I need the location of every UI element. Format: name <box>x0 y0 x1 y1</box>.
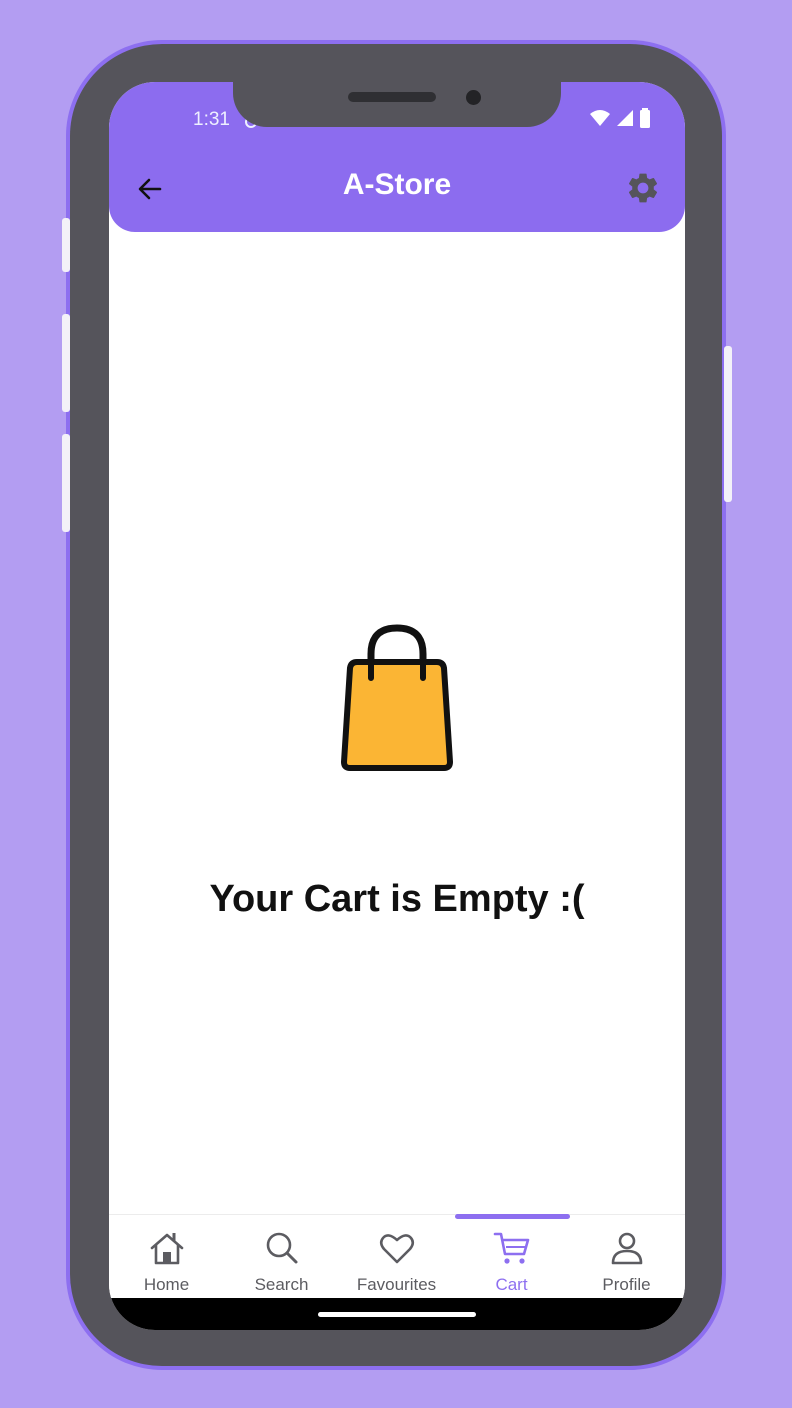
bottom-nav: Home Search Favourites Cart Profile <box>109 1214 685 1299</box>
camera-notch <box>233 82 561 127</box>
heart-icon <box>379 1234 415 1264</box>
gesture-bar <box>109 1298 685 1330</box>
signal-icon <box>617 110 633 126</box>
front-camera <box>466 90 481 105</box>
cart-icon <box>493 1232 530 1264</box>
phone-screen: 1:31 A-Store Your Cart is Empty:(Home … <box>109 82 685 1330</box>
home-gesture-handle[interactable] <box>318 1312 476 1317</box>
nav-label-profile: Profile <box>602 1275 651 1294</box>
shopping-bag-icon <box>341 624 453 771</box>
app-bar: 1:31 A-Store <box>109 82 685 232</box>
home-icon <box>150 1233 184 1265</box>
nav-label-home: Home <box>143 1275 190 1294</box>
nav-item-search[interactable]: Search <box>224 1215 339 1299</box>
nav-item-favourites[interactable]: Favourites <box>339 1215 454 1299</box>
nav-label-search: Search <box>254 1275 309 1294</box>
battery-icon <box>640 108 650 128</box>
nav-label-cart: Cart <box>495 1275 528 1294</box>
settings-button[interactable] <box>625 170 661 206</box>
phone-side-button <box>62 314 70 412</box>
phone-side-button <box>62 218 70 272</box>
app-title: A-Store <box>342 168 452 201</box>
wifi-icon <box>590 110 610 126</box>
empty-cart-message: Your Cart is Empty :( <box>209 878 585 920</box>
nav-item-home[interactable]: Home <box>109 1215 224 1299</box>
gear-icon <box>628 173 658 203</box>
status-icons <box>589 108 651 128</box>
search-icon <box>266 1232 298 1264</box>
nav-item-profile[interactable]: Profile <box>569 1215 684 1299</box>
status-time: 1:31 <box>193 109 230 130</box>
phone-side-button <box>724 346 732 502</box>
cart-content: Your Cart is Empty :( <box>109 232 685 1214</box>
nav-label-favourites: Favourites <box>356 1275 437 1294</box>
nav-item-cart[interactable]: Cart <box>454 1215 569 1299</box>
profile-icon <box>611 1232 643 1265</box>
phone-side-button <box>62 434 70 532</box>
speaker-grille <box>348 92 436 102</box>
